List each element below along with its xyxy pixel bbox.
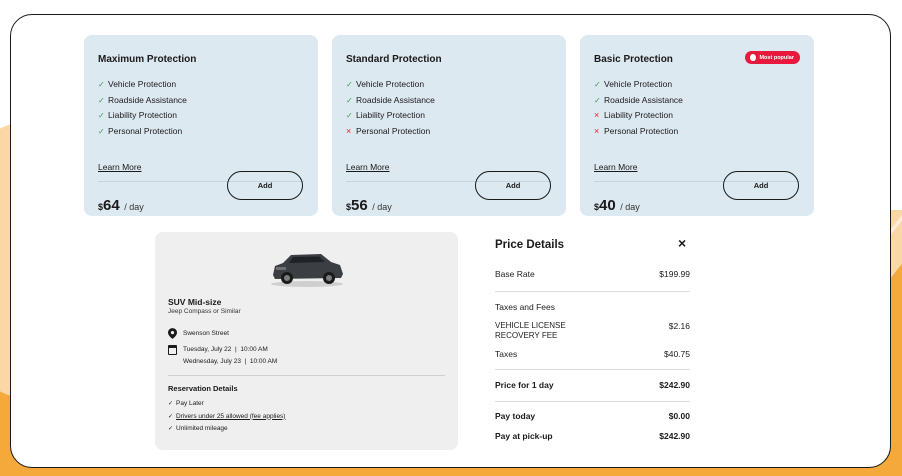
calendar-icon bbox=[168, 345, 177, 355]
feature-item: × Personal Protection bbox=[594, 124, 683, 140]
price-per-day-row: Price for 1 day $242.90 bbox=[495, 380, 690, 390]
drivers-under-25-link: Drivers under 25 allowed (fee applies) bbox=[176, 412, 286, 420]
check-icon: ✓ bbox=[168, 426, 174, 432]
cross-icon: × bbox=[594, 125, 600, 136]
most-popular-badge: Most popular bbox=[745, 51, 800, 64]
reservation-details-list: ✓ Pay Later ✓ Drivers under 25 allowed (fe… bbox=[168, 398, 285, 436]
taxes-row: Taxes $40.75 bbox=[495, 349, 690, 359]
add-button[interactable]: Add bbox=[227, 171, 303, 200]
close-icon[interactable]: × bbox=[678, 235, 686, 251]
check-icon: ✓ bbox=[346, 80, 353, 89]
price-per-day: $40 / day bbox=[594, 197, 640, 214]
feature-item: ✓ Personal Protection bbox=[98, 124, 187, 140]
protection-card-basic: Basic Protection Most popular ✓ Vehicle P… bbox=[580, 35, 814, 216]
feature-list: ✓ Vehicle Protection ✓ Roadside Assistance… bbox=[594, 77, 683, 139]
feature-item: ✓ Roadside Assistance bbox=[98, 93, 187, 109]
main-frame: Maximum Protection ✓ Vehicle Protection ✓… bbox=[10, 14, 891, 468]
pay-today-row: Pay today $0.00 bbox=[495, 411, 690, 421]
divider bbox=[495, 291, 690, 292]
reservation-item: ✓ Pay Later bbox=[168, 398, 285, 411]
check-icon: ✓ bbox=[168, 401, 174, 407]
cross-icon: × bbox=[594, 110, 600, 121]
feature-item: ✓ Liability Protection bbox=[98, 108, 187, 124]
suv-image bbox=[271, 254, 343, 287]
check-icon: ✓ bbox=[594, 95, 601, 105]
learn-more-link[interactable]: Learn More bbox=[346, 162, 389, 172]
feature-item: ✓ Roadside Assistance bbox=[594, 93, 683, 109]
protection-card-maximum: Maximum Protection ✓ Vehicle Protection ✓… bbox=[84, 35, 318, 216]
divider bbox=[495, 369, 690, 370]
dropoff-date: Wednesday, July 23 | 10:00 AM bbox=[183, 358, 278, 365]
price-per-day: $56 / day bbox=[346, 197, 392, 214]
reservation-item: ✓ Unlimited mileage bbox=[168, 423, 285, 436]
check-icon: ✓ bbox=[98, 95, 105, 105]
flame-icon bbox=[750, 54, 757, 61]
check-icon: ✓ bbox=[346, 111, 353, 121]
taxes-fees-heading: Taxes and Fees bbox=[495, 302, 556, 312]
feature-item: × Liability Protection bbox=[594, 108, 683, 124]
vehicle-license-fee-row: VEHICLE LICENSE RECOVERY FEE $2.16 bbox=[495, 321, 690, 340]
check-icon: ✓ bbox=[98, 80, 105, 89]
vehicle-summary: SUV Mid-size Jeep Compass or Similar Swe… bbox=[155, 232, 458, 450]
feature-list: ✓ Vehicle Protection ✓ Roadside Assistance… bbox=[98, 77, 187, 139]
rental-dates: Tuesday, July 22 | 10:00 AM Wednesday, J… bbox=[168, 344, 277, 368]
feature-item: ✓ Vehicle Protection bbox=[594, 77, 683, 93]
vehicle-class: SUV Mid-size bbox=[168, 297, 222, 307]
base-rate-row: Base Rate $199.99 bbox=[495, 269, 690, 279]
add-button[interactable]: Add bbox=[723, 171, 799, 200]
pickup-date: Tuesday, July 22 | 10:00 AM bbox=[183, 346, 268, 353]
feature-item: ✓ Vehicle Protection bbox=[98, 77, 187, 93]
card-title: Maximum Protection bbox=[98, 54, 197, 65]
card-title: Standard Protection bbox=[346, 54, 442, 65]
check-icon: ✓ bbox=[594, 80, 601, 89]
feature-list: ✓ Vehicle Protection ✓ Roadside Assistance… bbox=[346, 77, 435, 139]
pay-at-pickup-row: Pay at pick-up $242.90 bbox=[495, 431, 690, 441]
learn-more-link[interactable]: Learn More bbox=[98, 162, 141, 172]
feature-item: ✓ Liability Protection bbox=[346, 108, 435, 124]
pickup-location: Swenson Street bbox=[168, 328, 229, 339]
feature-item: ✓ Roadside Assistance bbox=[346, 93, 435, 109]
card-title: Basic Protection bbox=[594, 54, 673, 65]
learn-more-link[interactable]: Learn More bbox=[594, 162, 637, 172]
add-button[interactable]: Add bbox=[475, 171, 551, 200]
price-per-day: $64 / day bbox=[98, 197, 144, 214]
divider bbox=[495, 401, 690, 402]
price-details-title: Price Details bbox=[495, 239, 565, 251]
vehicle-model: Jeep Compass or Similar bbox=[168, 308, 241, 315]
feature-item: × Personal Protection bbox=[346, 124, 435, 140]
reservation-details-title: Reservation Details bbox=[168, 384, 238, 393]
check-icon: ✓ bbox=[98, 126, 105, 136]
divider bbox=[168, 375, 445, 376]
feature-item: ✓ Vehicle Protection bbox=[346, 77, 435, 93]
check-icon: ✓ bbox=[168, 413, 174, 420]
location-pin-icon bbox=[168, 328, 177, 339]
protection-card-standard: Standard Protection ✓ Vehicle Protection … bbox=[332, 35, 566, 216]
check-icon: ✓ bbox=[98, 111, 105, 121]
reservation-item[interactable]: ✓ Drivers under 25 allowed (fee applies) bbox=[168, 411, 285, 424]
cross-icon: × bbox=[346, 125, 352, 136]
check-icon: ✓ bbox=[346, 95, 353, 105]
